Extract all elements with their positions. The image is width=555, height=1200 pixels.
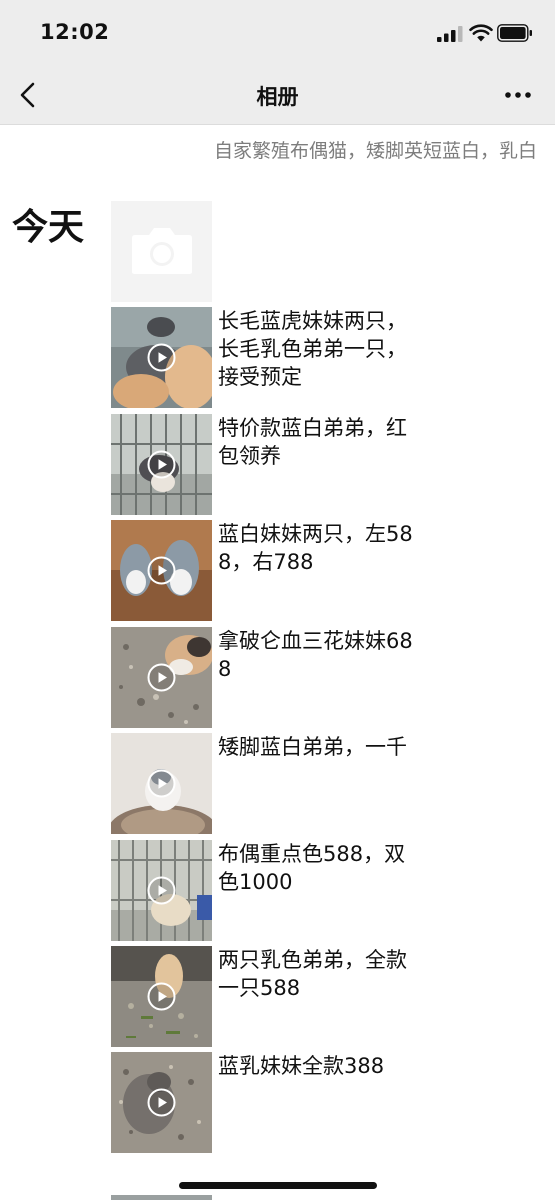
post-caption: 拿破仑血三花妹妹688 [218,629,413,681]
album-post[interactable]: 蓝白妹妹两只，左588，右788 [111,520,531,621]
album-post[interactable]: 矮脚蓝白弟弟，一千 [111,733,531,834]
home-indicator[interactable] [179,1182,377,1189]
album-post[interactable]: 拿破仑血三花妹妹688 [111,627,531,728]
play-icon [147,450,176,479]
album-post[interactable]: 特价款蓝白弟弟，红包领养 [111,414,531,515]
post-caption: 特价款蓝白弟弟，红包领养 [218,416,407,468]
video-thumbnail[interactable] [111,840,212,941]
battery-icon [497,24,532,42]
post-caption: 蓝白妹妹两只，左588，右788 [218,522,413,574]
post-caption: 长毛蓝虎妹妹两只，长毛乳色弟弟一只，接受预定 [218,309,407,389]
post-caption: 矮脚蓝白弟弟，一千 [218,735,407,759]
page-title: 相册 [256,85,299,109]
album-post[interactable]: 布偶重点色588，双色1000 [111,840,531,941]
video-thumbnail[interactable] [111,520,212,621]
camera-icon [132,228,192,274]
video-thumbnail[interactable] [111,627,212,728]
video-thumbnail[interactable] [111,946,212,1047]
status-time: 12:02 [40,20,110,44]
post-caption: 布偶重点色588，双色1000 [218,842,406,894]
album-post[interactable]: 长毛蓝虎妹妹两只，长毛乳色弟弟一只，接受预定 [111,307,531,408]
play-icon [147,769,176,798]
profile-signature: 自家繁殖布偶猫，矮脚英短蓝白，乳白 [213,140,537,162]
nav-bar: 相册 [0,66,555,125]
video-thumbnail[interactable] [111,414,212,515]
play-icon [147,556,176,585]
post-caption: 两只乳色弟弟，全款一只588 [218,948,407,1000]
play-icon [147,982,176,1011]
album-post[interactable]: 蓝乳妹妹全款388 [111,1052,531,1153]
play-icon [147,1088,176,1117]
post-caption: 蓝乳妹妹全款388 [218,1054,385,1078]
video-thumbnail[interactable] [111,1052,212,1153]
wifi-icon [469,24,493,42]
album-post[interactable]: 两只乳色弟弟，全款一只588 [111,946,531,1047]
play-icon [147,663,176,692]
cellular-signal-icon [437,26,463,42]
play-icon [147,343,176,372]
video-thumbnail[interactable] [111,733,212,834]
play-icon [147,876,176,905]
next-post-thumbnail-partial[interactable] [111,1195,212,1200]
new-post-camera-tile[interactable] [111,201,212,302]
video-thumbnail[interactable] [111,307,212,408]
status-bar: 12:02 [0,0,555,66]
more-dots-icon[interactable] [502,78,534,112]
day-label: 今天 [12,207,85,248]
